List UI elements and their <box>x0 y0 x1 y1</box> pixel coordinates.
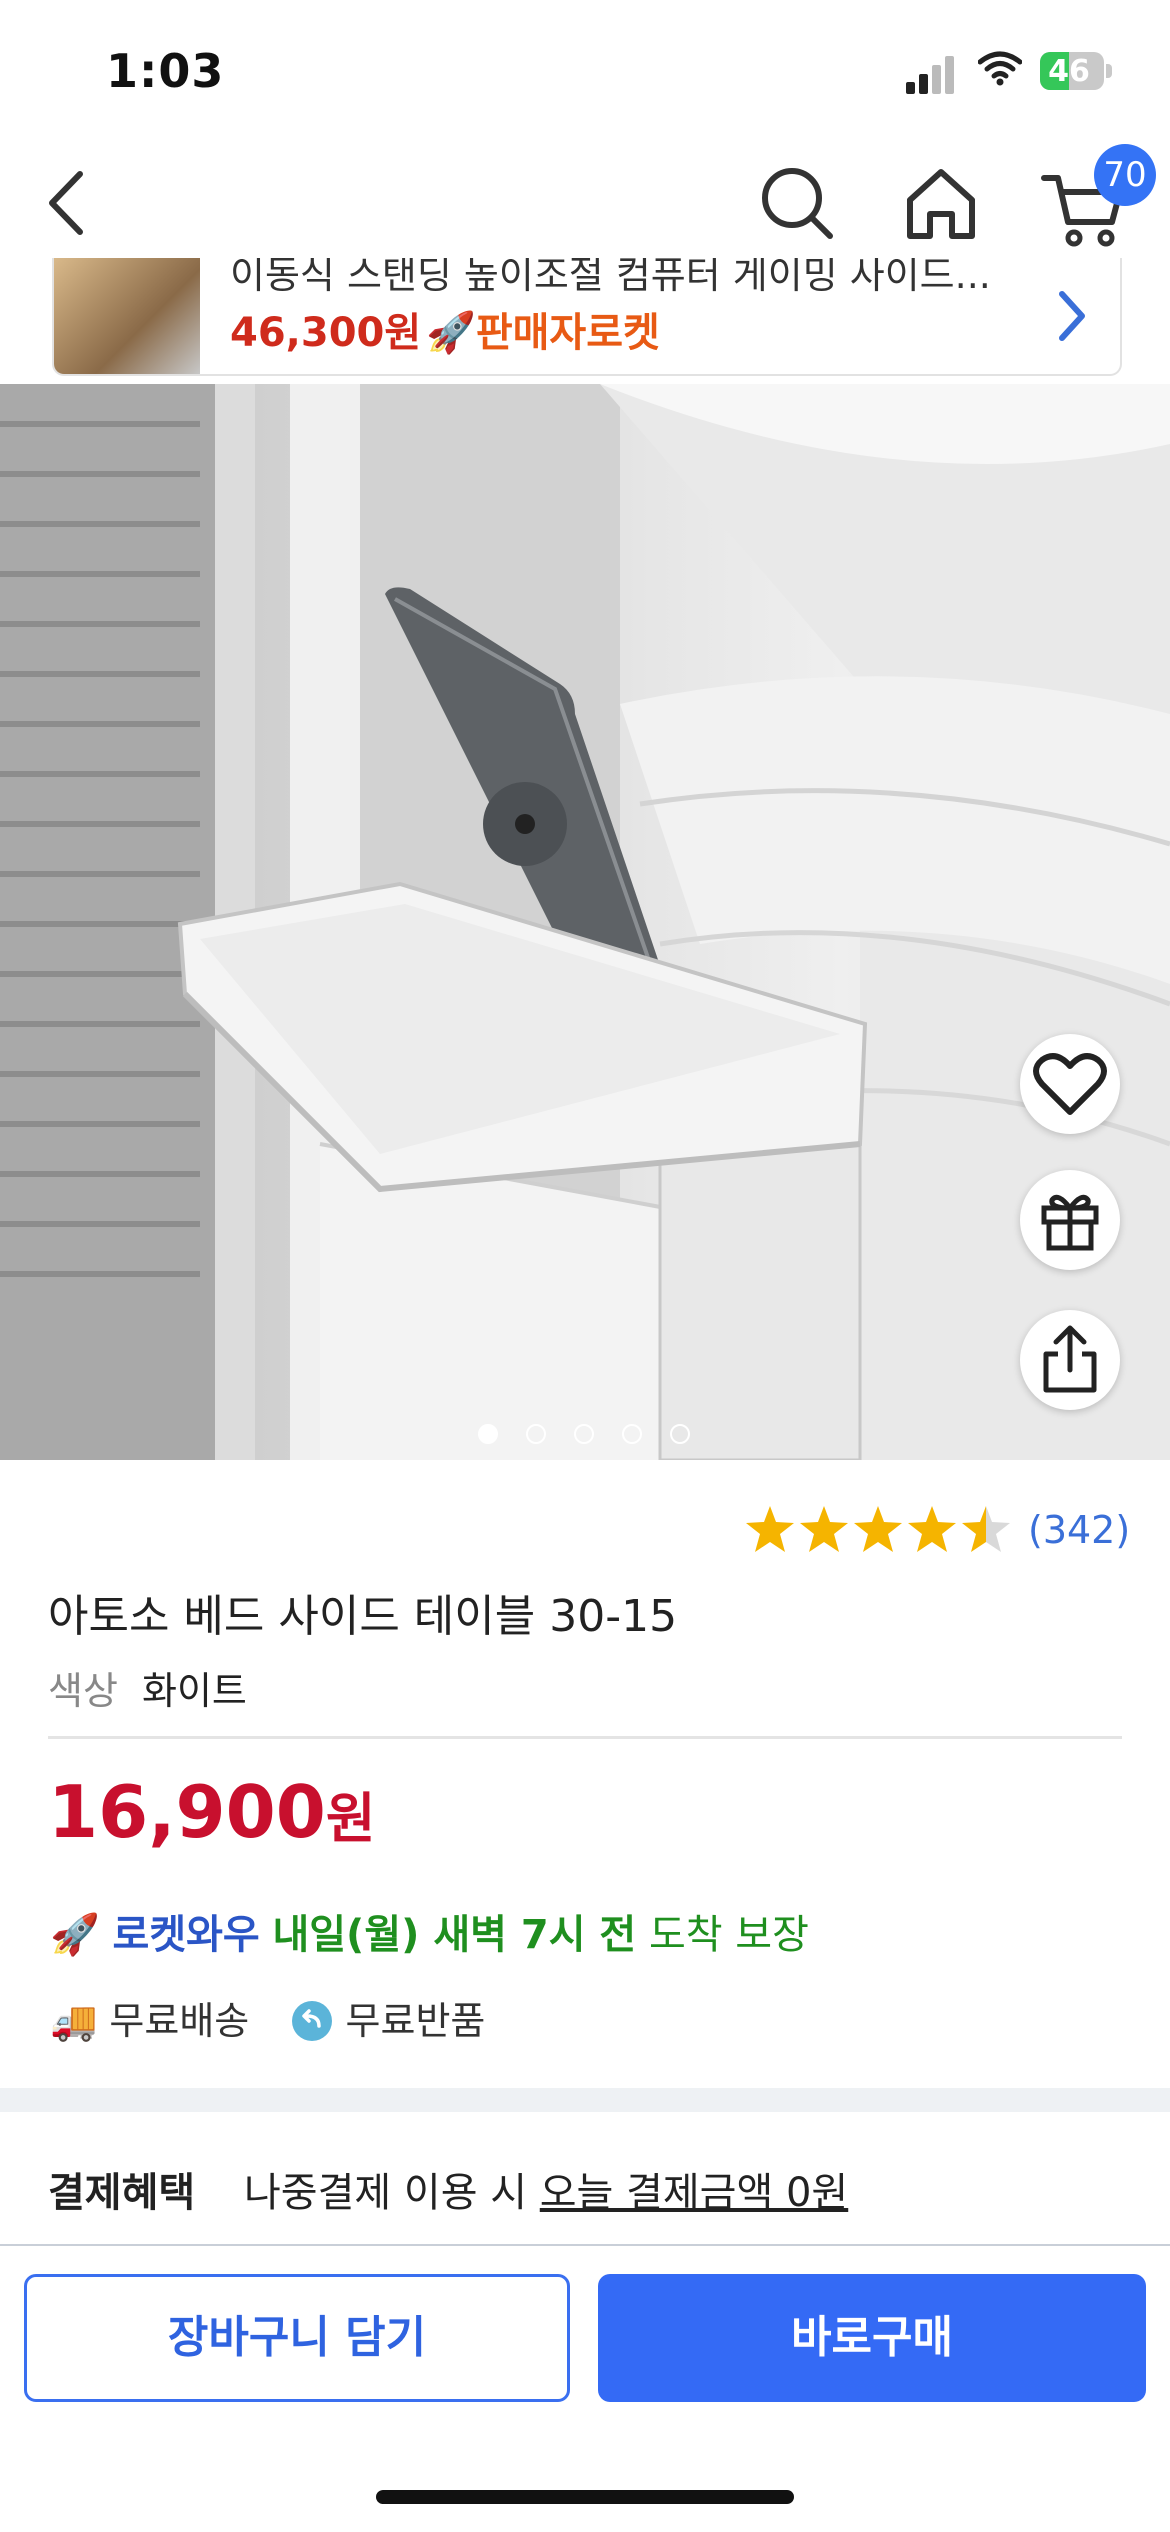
share-icon <box>1043 1325 1097 1393</box>
share-button[interactable] <box>1020 1310 1120 1410</box>
carousel-dot[interactable] <box>478 1424 498 1444</box>
related-product-thumbnail <box>54 258 200 374</box>
free-services: 🚚 무료배송 무료반품 <box>50 1990 485 2045</box>
product-photo <box>0 384 1170 1460</box>
battery-icon: 46 <box>1040 52 1104 90</box>
star-icon <box>908 1506 956 1552</box>
related-product-banner[interactable]: 이동식 스탠딩 높이조절 컴퓨터 게이밍 사이드... 46,300원 🚀판매자… <box>52 258 1122 376</box>
rocket-wow-icon: 🚀 <box>50 1912 100 1958</box>
chevron-right-icon <box>1059 291 1085 341</box>
carousel-dot[interactable] <box>526 1424 546 1444</box>
payment-benefit-label: 결제혜택 <box>48 2170 196 2216</box>
payment-benefit-text[interactable]: 나중결제 이용 시 오늘 결제금액 0원 <box>244 2160 848 2218</box>
half-star-icon <box>962 1506 1010 1552</box>
buy-now-button[interactable]: 바로구매 <box>598 2274 1146 2402</box>
star-icon <box>854 1506 902 1552</box>
free-shipping-label: 무료배송 <box>109 1999 250 2043</box>
rocket-wow-label: 로켓와우 <box>112 1912 260 1958</box>
section-separator <box>0 2088 1170 2112</box>
carousel-dot[interactable] <box>670 1424 690 1444</box>
arrival-time: 내일(월) 새벽 7시 전 <box>272 1912 637 1958</box>
status-time: 1:03 <box>106 44 225 98</box>
wifi-icon <box>978 51 1022 86</box>
carousel-dots <box>478 1424 698 1444</box>
search-button[interactable] <box>752 158 842 248</box>
related-product-price: 46,300원 <box>230 310 422 356</box>
carousel-dot[interactable] <box>574 1424 594 1444</box>
price-unit: 원 <box>325 1787 376 1850</box>
payment-benefit-condition: 나중결제 이용 시 <box>244 2170 528 2216</box>
arrival-guarantee: 도착 보장 <box>648 1912 809 1958</box>
heart-icon <box>1033 1053 1107 1115</box>
seller-rocket-badge: 🚀판매자로켓 <box>426 300 660 358</box>
home-icon <box>907 169 975 239</box>
rating-stars[interactable] <box>744 1504 1014 1556</box>
delivery-info: 🚀 로켓와우 내일(월) 새벽 7시 전 도착 보장 <box>50 1902 809 1960</box>
wishlist-button[interactable] <box>1020 1034 1120 1134</box>
option-label: 색상 <box>48 1669 118 1713</box>
cart-count-badge: 70 <box>1094 144 1156 206</box>
product-image-carousel[interactable] <box>0 384 1170 1460</box>
gift-icon <box>1041 1194 1099 1251</box>
carousel-dot[interactable] <box>622 1424 642 1444</box>
battery-tip <box>1106 64 1112 78</box>
search-icon <box>762 168 833 239</box>
rocket-icon: 🚀 <box>426 310 476 356</box>
return-icon <box>292 2001 333 2041</box>
seller-rocket-label: 판매자로켓 <box>475 310 660 356</box>
divider <box>48 1736 1122 1739</box>
star-icon <box>746 1506 794 1552</box>
truck-icon: 🚚 <box>50 1999 98 2043</box>
gift-button[interactable] <box>1020 1170 1120 1270</box>
review-count[interactable]: (342) <box>1028 1508 1130 1552</box>
bottom-bar-divider <box>0 2244 1170 2246</box>
add-to-cart-button[interactable]: 장바구니 담기 <box>24 2274 570 2402</box>
back-button[interactable] <box>24 158 114 248</box>
payment-benefit-link[interactable]: 오늘 결제금액 0원 <box>540 2170 848 2216</box>
free-return-label: 무료반품 <box>345 1999 486 2043</box>
option-value[interactable]: 화이트 <box>142 1660 247 1715</box>
cellular-signal-icon <box>906 54 956 94</box>
star-icon <box>800 1506 848 1552</box>
price-number: 16,900 <box>48 1770 326 1854</box>
back-icon <box>49 171 83 235</box>
home-button[interactable] <box>896 158 986 248</box>
product-price: 16,900원 <box>48 1770 376 1854</box>
product-title: 아토소 베드 사이드 테이블 30-15 <box>48 1591 678 1642</box>
home-indicator <box>376 2490 794 2504</box>
related-product-title: 이동식 스탠딩 높이조절 컴퓨터 게이밍 사이드... <box>230 258 991 297</box>
